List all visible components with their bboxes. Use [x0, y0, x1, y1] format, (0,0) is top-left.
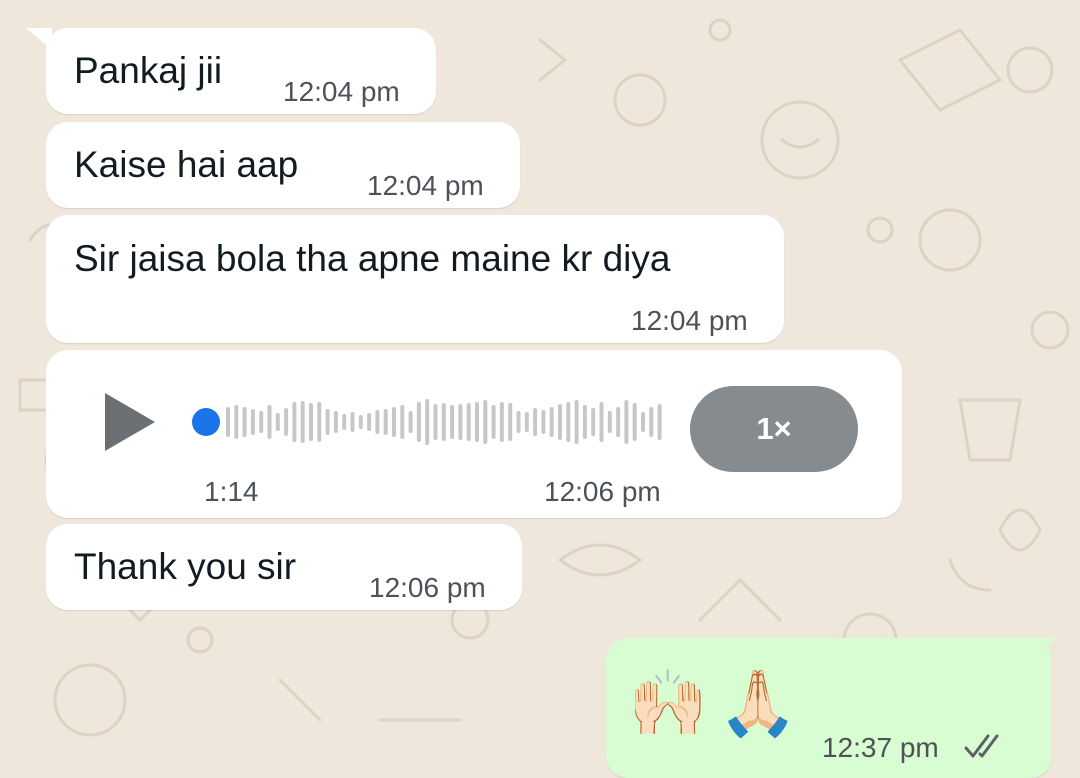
waveform-bar	[383, 409, 388, 435]
waveform-bar	[392, 407, 396, 437]
waveform-bar	[558, 404, 562, 440]
message-time: 12:04 pm	[367, 170, 484, 201]
message-text: Pankaj jii	[74, 50, 223, 91]
waveform-bar	[641, 412, 645, 432]
waveform-bar	[325, 409, 330, 435]
waveform-bar	[483, 400, 488, 444]
waveform-bar	[450, 405, 455, 439]
waveform-bar	[616, 407, 621, 437]
waveform-bar	[416, 402, 421, 442]
waveform-bar	[375, 410, 380, 434]
waveform-bar	[541, 410, 546, 434]
waveform-bar	[284, 408, 289, 436]
playback-progress-dot[interactable]	[192, 408, 220, 436]
waveform-bar	[309, 403, 313, 441]
message-text: Kaise hai aap	[74, 144, 299, 185]
waveform-bar	[350, 412, 355, 432]
waveform-bar	[566, 402, 571, 442]
message-text: Sir jaisa bola tha apne maine kr diya	[74, 238, 671, 279]
raising-hands-emoji: 🙌🏻	[628, 667, 708, 739]
waveform-bar	[342, 414, 347, 430]
folded-hands-emoji: 🙏🏻	[718, 667, 798, 739]
waveform-bar	[317, 402, 322, 442]
double-check-icon	[964, 734, 999, 758]
waveform-bar	[582, 405, 587, 439]
waveform-bar	[259, 411, 264, 433]
waveform-bar	[607, 411, 612, 433]
waveform-bar	[242, 407, 247, 437]
waveform-bar	[533, 408, 538, 436]
waveform-bar	[226, 407, 230, 437]
waveform-bar	[508, 403, 513, 441]
waveform-bar	[358, 415, 363, 429]
waveform-bar	[333, 411, 338, 433]
waveform-bar	[657, 404, 662, 440]
waveform-bar	[267, 405, 272, 439]
waveform-bar	[292, 402, 297, 442]
voice-note-duration: 1:14	[204, 476, 259, 507]
waveform-bar	[300, 401, 305, 443]
waveform-bar	[591, 408, 596, 436]
play-icon[interactable]	[105, 393, 155, 451]
waveform-bar	[624, 400, 629, 444]
waveform-bar	[524, 412, 529, 432]
waveform-bar	[400, 405, 405, 439]
message-time: 12:04 pm	[631, 305, 748, 336]
waveform-bar	[632, 403, 637, 441]
waveform-bar	[491, 405, 496, 439]
waveform-bar	[250, 409, 255, 435]
waveform-bar	[275, 413, 280, 431]
message-time: 12:06 pm	[369, 572, 486, 603]
message-time: 12:06 pm	[544, 476, 661, 507]
waveform-bar	[458, 404, 463, 440]
waveform-bar	[516, 411, 521, 433]
waveform-bar	[466, 403, 471, 441]
waveform-bar	[234, 405, 239, 439]
waveform-bar	[433, 404, 438, 440]
waveform-bar	[649, 407, 654, 437]
playback-speed-button[interactable]: 1×	[690, 386, 858, 472]
waveform-bar	[441, 403, 446, 441]
waveform-bar	[408, 411, 413, 433]
waveform-bar	[425, 399, 430, 445]
message-time: 12:04 pm	[283, 76, 400, 107]
waveform-bar	[574, 400, 579, 444]
waveform-bar	[499, 402, 504, 442]
waveform-bar	[599, 402, 604, 442]
waveform-bar	[475, 402, 479, 442]
message-time: 12:37 pm	[822, 732, 939, 763]
waveform-bar	[549, 407, 554, 437]
audio-waveform[interactable]	[226, 398, 671, 446]
message-text: Thank you sir	[74, 546, 297, 587]
waveform-bar	[367, 413, 372, 431]
